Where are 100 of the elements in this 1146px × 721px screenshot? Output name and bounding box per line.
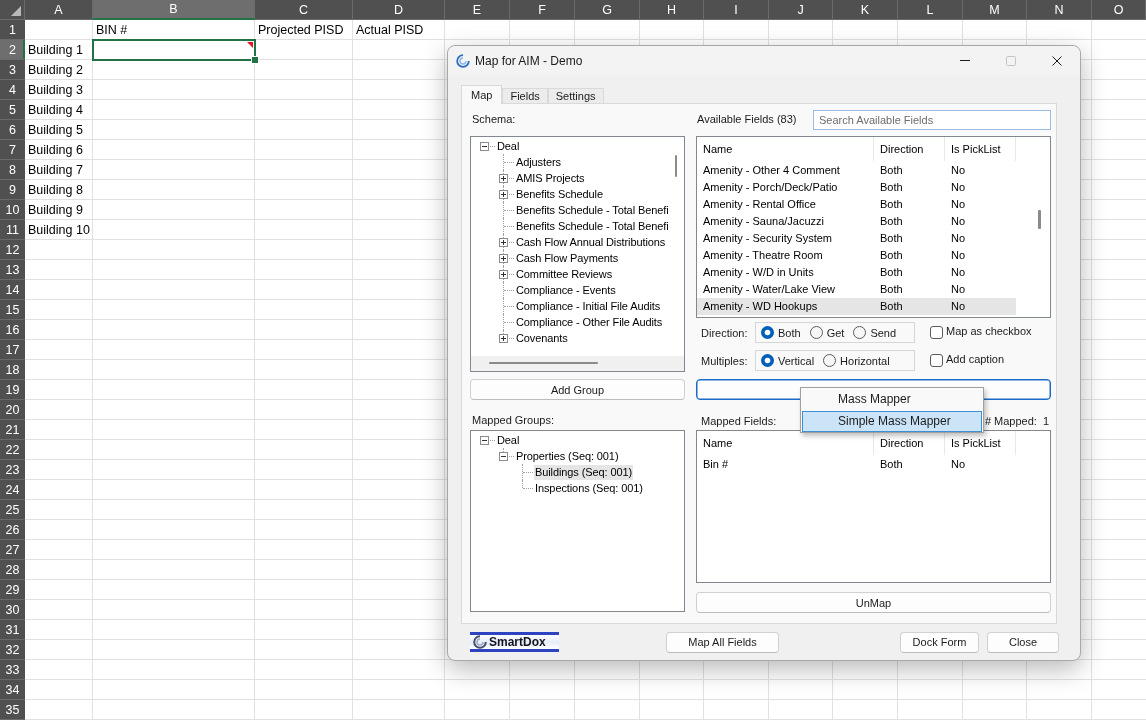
row-header[interactable]: 2 bbox=[0, 40, 25, 60]
menu-item[interactable]: Simple Mass Mapper bbox=[802, 411, 982, 432]
radio-button[interactable] bbox=[761, 326, 774, 339]
row-header[interactable]: 25 bbox=[0, 500, 25, 520]
footer-button[interactable]: Close bbox=[987, 631, 1059, 653]
list-row[interactable]: Amenity - Other 4 Comment Both No bbox=[697, 162, 1016, 179]
collapse-icon[interactable] bbox=[499, 452, 508, 461]
radio-label[interactable]: Get bbox=[826, 326, 845, 339]
expand-icon[interactable] bbox=[499, 270, 508, 279]
column-header[interactable]: K bbox=[833, 0, 898, 20]
row-header[interactable]: 16 bbox=[0, 320, 25, 340]
tree-item[interactable]: AMIS Projects bbox=[515, 170, 586, 186]
row-header[interactable]: 10 bbox=[0, 200, 25, 220]
column-header[interactable]: L bbox=[898, 0, 963, 20]
row-header[interactable]: 21 bbox=[0, 420, 25, 440]
checkbox[interactable] bbox=[930, 354, 943, 367]
triangle-icon[interactable] bbox=[11, 6, 21, 16]
expand-icon[interactable] bbox=[499, 334, 508, 343]
unmap-button[interactable]: UnMap bbox=[696, 592, 1051, 613]
radio-label[interactable]: Horizontal bbox=[840, 354, 890, 367]
row-header[interactable]: 27 bbox=[0, 540, 25, 560]
collapse-icon[interactable] bbox=[480, 142, 489, 151]
column-header[interactable]: Is PickList bbox=[945, 137, 1016, 161]
row-header[interactable]: 30 bbox=[0, 600, 25, 620]
radio-label[interactable]: Both bbox=[778, 326, 801, 339]
expand-icon[interactable] bbox=[499, 238, 508, 247]
radio-button[interactable] bbox=[853, 326, 867, 339]
column-header[interactable]: I bbox=[704, 0, 769, 20]
column-header[interactable]: C bbox=[255, 0, 353, 20]
tree-item[interactable]: Inspections (Seq: 001) bbox=[534, 480, 644, 496]
tree-item[interactable]: Benefits Schedule bbox=[515, 186, 604, 202]
close-icon[interactable] bbox=[1052, 55, 1062, 66]
row-header[interactable]: 18 bbox=[0, 360, 25, 380]
row-header[interactable]: 7 bbox=[0, 140, 25, 160]
tree-item[interactable]: Compliance - Initial File Audits bbox=[515, 298, 662, 314]
tree-item[interactable]: Buildings (Seq: 001) bbox=[534, 464, 634, 480]
footer-button[interactable]: Dock Form bbox=[900, 631, 979, 653]
checkbox[interactable] bbox=[930, 326, 943, 339]
row-header[interactable]: 6 bbox=[0, 120, 25, 140]
row-header[interactable]: 13 bbox=[0, 260, 25, 280]
row-header[interactable]: 23 bbox=[0, 460, 25, 480]
column-header[interactable]: M bbox=[963, 0, 1027, 20]
tab[interactable]: Fields bbox=[502, 88, 548, 103]
row-header[interactable]: 8 bbox=[0, 160, 25, 180]
list-row[interactable]: Amenity - Porch/Deck/Patio Both No bbox=[697, 179, 1016, 196]
row-header[interactable]: 1 bbox=[0, 20, 25, 40]
row-header[interactable]: 22 bbox=[0, 440, 25, 460]
column-header[interactable]: O bbox=[1092, 0, 1146, 20]
radio-label[interactable]: Vertical bbox=[778, 354, 815, 367]
row-header[interactable]: 20 bbox=[0, 400, 25, 420]
column-header[interactable]: G bbox=[575, 0, 640, 20]
tree-item[interactable]: Deal bbox=[496, 432, 521, 448]
tree-item[interactable]: Adjusters bbox=[515, 154, 562, 170]
row-header[interactable]: 29 bbox=[0, 580, 25, 600]
row-header[interactable]: 4 bbox=[0, 80, 25, 100]
list-row[interactable]: Amenity - W/D in Units Both No bbox=[697, 264, 1016, 281]
tree-item[interactable]: Benefits Schedule - Total Benefi bbox=[515, 218, 670, 234]
row-header[interactable]: 35 bbox=[0, 700, 25, 720]
tree-item[interactable]: Committee Reviews bbox=[515, 266, 614, 282]
row-header[interactable]: 32 bbox=[0, 640, 25, 660]
footer-button[interactable]: Map All Fields bbox=[666, 631, 779, 653]
row-header[interactable]: 9 bbox=[0, 180, 25, 200]
column-header[interactable]: J bbox=[769, 0, 833, 20]
row-header[interactable]: 12 bbox=[0, 240, 25, 260]
column-header[interactable]: Name bbox=[697, 137, 874, 161]
scrollbar[interactable] bbox=[471, 356, 684, 371]
row-header[interactable]: 14 bbox=[0, 280, 25, 300]
tree-item[interactable]: Cash Flow Annual Distributions bbox=[515, 234, 667, 250]
expand-icon[interactable] bbox=[499, 174, 508, 183]
tree-item[interactable]: Covenants bbox=[515, 330, 569, 346]
row-header[interactable]: 24 bbox=[0, 480, 25, 500]
tree-item[interactable]: Compliance - Other File Audits bbox=[515, 314, 664, 330]
row-header[interactable]: 33 bbox=[0, 660, 25, 680]
row-header[interactable]: 34 bbox=[0, 680, 25, 700]
column-header[interactable]: H bbox=[640, 0, 704, 20]
search-field[interactable]: Search Available Fields bbox=[813, 110, 1051, 130]
menu-item[interactable]: Mass Mapper bbox=[802, 389, 982, 410]
list-row[interactable]: Amenity - WD Hookups Both No bbox=[697, 298, 1016, 315]
list-row[interactable]: Amenity - Rental Office Both No bbox=[697, 196, 1016, 213]
column-header[interactable]: D bbox=[353, 0, 445, 20]
tree-item[interactable]: Deal bbox=[496, 138, 521, 154]
collapse-icon[interactable] bbox=[480, 436, 489, 445]
column-header[interactable]: Direction bbox=[874, 137, 945, 161]
row-header[interactable]: 26 bbox=[0, 520, 25, 540]
list-row[interactable]: Amenity - Security System Both No bbox=[697, 230, 1016, 247]
tree-item[interactable]: Properties (Seq: 001) bbox=[515, 448, 620, 464]
row-header[interactable]: 11 bbox=[0, 220, 25, 240]
row-header[interactable]: 19 bbox=[0, 380, 25, 400]
radio-button[interactable] bbox=[809, 326, 823, 339]
tab[interactable]: Map bbox=[461, 85, 503, 104]
row-header[interactable]: 17 bbox=[0, 340, 25, 360]
scrollbar[interactable] bbox=[675, 155, 677, 177]
row-header[interactable]: 15 bbox=[0, 300, 25, 320]
column-header[interactable]: E bbox=[445, 0, 510, 20]
column-header[interactable]: B bbox=[93, 0, 255, 20]
column-header[interactable]: N bbox=[1027, 0, 1092, 20]
tree-item[interactable]: Compliance - Events bbox=[515, 282, 617, 298]
tree-item[interactable]: Cash Flow Payments bbox=[515, 250, 620, 266]
checkbox-label[interactable]: Map as checkbox bbox=[946, 325, 1032, 337]
fill-handle-icon[interactable] bbox=[251, 56, 259, 64]
